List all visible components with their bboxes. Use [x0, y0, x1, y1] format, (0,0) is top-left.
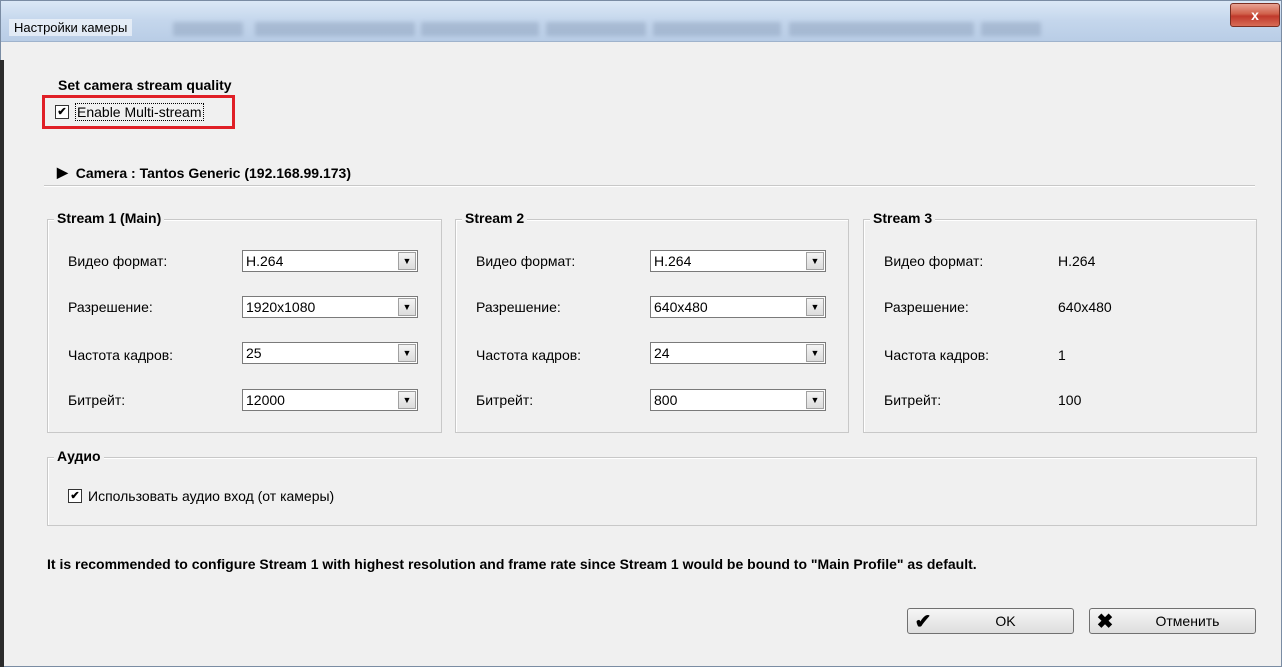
chevron-down-icon[interactable]: ▼ — [398, 252, 416, 270]
stream-3-group: Stream 3 Видео формат: H.264 Разрешение:… — [863, 210, 1257, 433]
window-border-edge — [0, 60, 4, 667]
chevron-down-icon[interactable]: ▼ — [398, 391, 416, 409]
chevron-down-icon[interactable]: ▼ — [398, 344, 416, 362]
blurred-background-tab — [981, 22, 1041, 36]
cancel-button[interactable]: ✖ Отменить — [1089, 608, 1256, 634]
multistream-checkbox-row[interactable]: ✔ Enable Multi-stream — [55, 103, 204, 121]
resolution-label: Разрешение: — [476, 299, 561, 315]
blurred-background-tab — [789, 22, 974, 36]
camera-label: Camera : Tantos Generic (192.168.99.173) — [75, 164, 351, 181]
use-audio-checkbox[interactable]: ✔ — [68, 489, 82, 503]
stream-1-frame-rate-select[interactable]: 25 ▼ — [242, 342, 418, 364]
resolution-label: Разрешение: — [884, 299, 969, 315]
stream-1-title: Stream 1 (Main) — [54, 210, 165, 226]
blurred-background-tab — [421, 22, 539, 36]
ok-label: OK — [995, 613, 1016, 629]
recommendation-note: It is recommended to configure Stream 1 … — [47, 556, 977, 572]
cross-icon: ✖ — [1096, 610, 1114, 633]
close-icon: x — [1251, 7, 1259, 23]
stream-3-resolution-value: 640x480 — [1058, 299, 1112, 315]
stream-1-video-format-select[interactable]: H.264 ▼ — [242, 250, 418, 272]
stream-2-bitrate-select[interactable]: 800 ▼ — [650, 389, 826, 411]
stream-2-title: Stream 2 — [462, 210, 528, 226]
use-audio-checkbox-row[interactable]: ✔ Использовать аудио вход (от камеры) — [68, 488, 334, 504]
blurred-background-tab — [173, 22, 243, 36]
multistream-checkbox[interactable]: ✔ — [55, 105, 69, 119]
blurred-background-tab — [653, 22, 781, 36]
blurred-background-tab — [255, 22, 415, 36]
select-value: H.264 — [654, 253, 692, 269]
bitrate-label: Битрейт: — [68, 392, 126, 408]
title-bar: Настройки камеры x — [1, 1, 1281, 42]
frame-rate-label: Частота кадров: — [884, 347, 990, 363]
triangle-right-icon: ▶ — [57, 164, 68, 180]
stream-3-video-format-value: H.264 — [1058, 253, 1096, 269]
select-value: 640x480 — [654, 299, 708, 315]
audio-title: Аудио — [54, 448, 104, 464]
camera-settings-dialog: Настройки камеры x Set camera stream qua… — [0, 0, 1282, 667]
window-title: Настройки камеры — [9, 19, 133, 36]
video-format-label: Видео формат: — [68, 253, 168, 269]
bitrate-label: Битрейт: — [884, 392, 942, 408]
checkmark-icon: ✔ — [57, 106, 67, 118]
bitrate-label: Битрейт: — [476, 392, 534, 408]
stream-2-video-format-select[interactable]: H.264 ▼ — [650, 250, 826, 272]
stream-3-frame-rate-value: 1 — [1058, 347, 1066, 363]
audio-group: Аудио ✔ Использовать аудио вход (от каме… — [47, 448, 1257, 526]
stream-1-resolution-select[interactable]: 1920x1080 ▼ — [242, 296, 418, 318]
chevron-down-icon[interactable]: ▼ — [806, 252, 824, 270]
camera-expander[interactable]: ▶ Camera : Tantos Generic (192.168.99.17… — [57, 164, 351, 181]
video-format-label: Видео формат: — [476, 253, 576, 269]
stream-quality-heading: Set camera stream quality — [58, 77, 232, 93]
blurred-background-tab — [546, 22, 646, 36]
resolution-label: Разрешение: — [68, 299, 153, 315]
stream-2-resolution-select[interactable]: 640x480 ▼ — [650, 296, 826, 318]
cancel-label: Отменить — [1155, 613, 1220, 629]
multistream-label[interactable]: Enable Multi-stream — [75, 103, 204, 121]
frame-rate-label: Частота кадров: — [476, 347, 582, 363]
chevron-down-icon[interactable]: ▼ — [398, 298, 416, 316]
use-audio-label[interactable]: Использовать аудио вход (от камеры) — [88, 488, 334, 504]
close-button[interactable]: x — [1230, 3, 1280, 27]
chevron-down-icon[interactable]: ▼ — [806, 298, 824, 316]
stream-1-bitrate-select[interactable]: 12000 ▼ — [242, 389, 418, 411]
checkmark-icon: ✔ — [70, 490, 80, 502]
chevron-down-icon[interactable]: ▼ — [806, 344, 824, 362]
select-value: 1920x1080 — [246, 299, 316, 315]
video-format-label: Видео формат: — [884, 253, 984, 269]
stream-1-group: Stream 1 (Main) Видео формат: H.264 ▼ Ра… — [47, 210, 442, 433]
select-value: 12000 — [246, 392, 285, 408]
frame-rate-label: Частота кадров: — [68, 347, 174, 363]
stream-3-bitrate-value: 100 — [1058, 392, 1082, 408]
select-value: 25 — [246, 345, 262, 361]
stream-2-group: Stream 2 Видео формат: H.264 ▼ Разрешени… — [455, 210, 849, 433]
separator-line — [44, 185, 1255, 187]
stream-2-frame-rate-select[interactable]: 24 ▼ — [650, 342, 826, 364]
select-value: H.264 — [246, 253, 284, 269]
select-value: 800 — [654, 392, 678, 408]
stream-3-title: Stream 3 — [870, 210, 936, 226]
chevron-down-icon[interactable]: ▼ — [806, 391, 824, 409]
checkmark-icon: ✔ — [914, 610, 932, 633]
ok-button[interactable]: ✔ OK — [907, 608, 1074, 634]
select-value: 24 — [654, 345, 670, 361]
